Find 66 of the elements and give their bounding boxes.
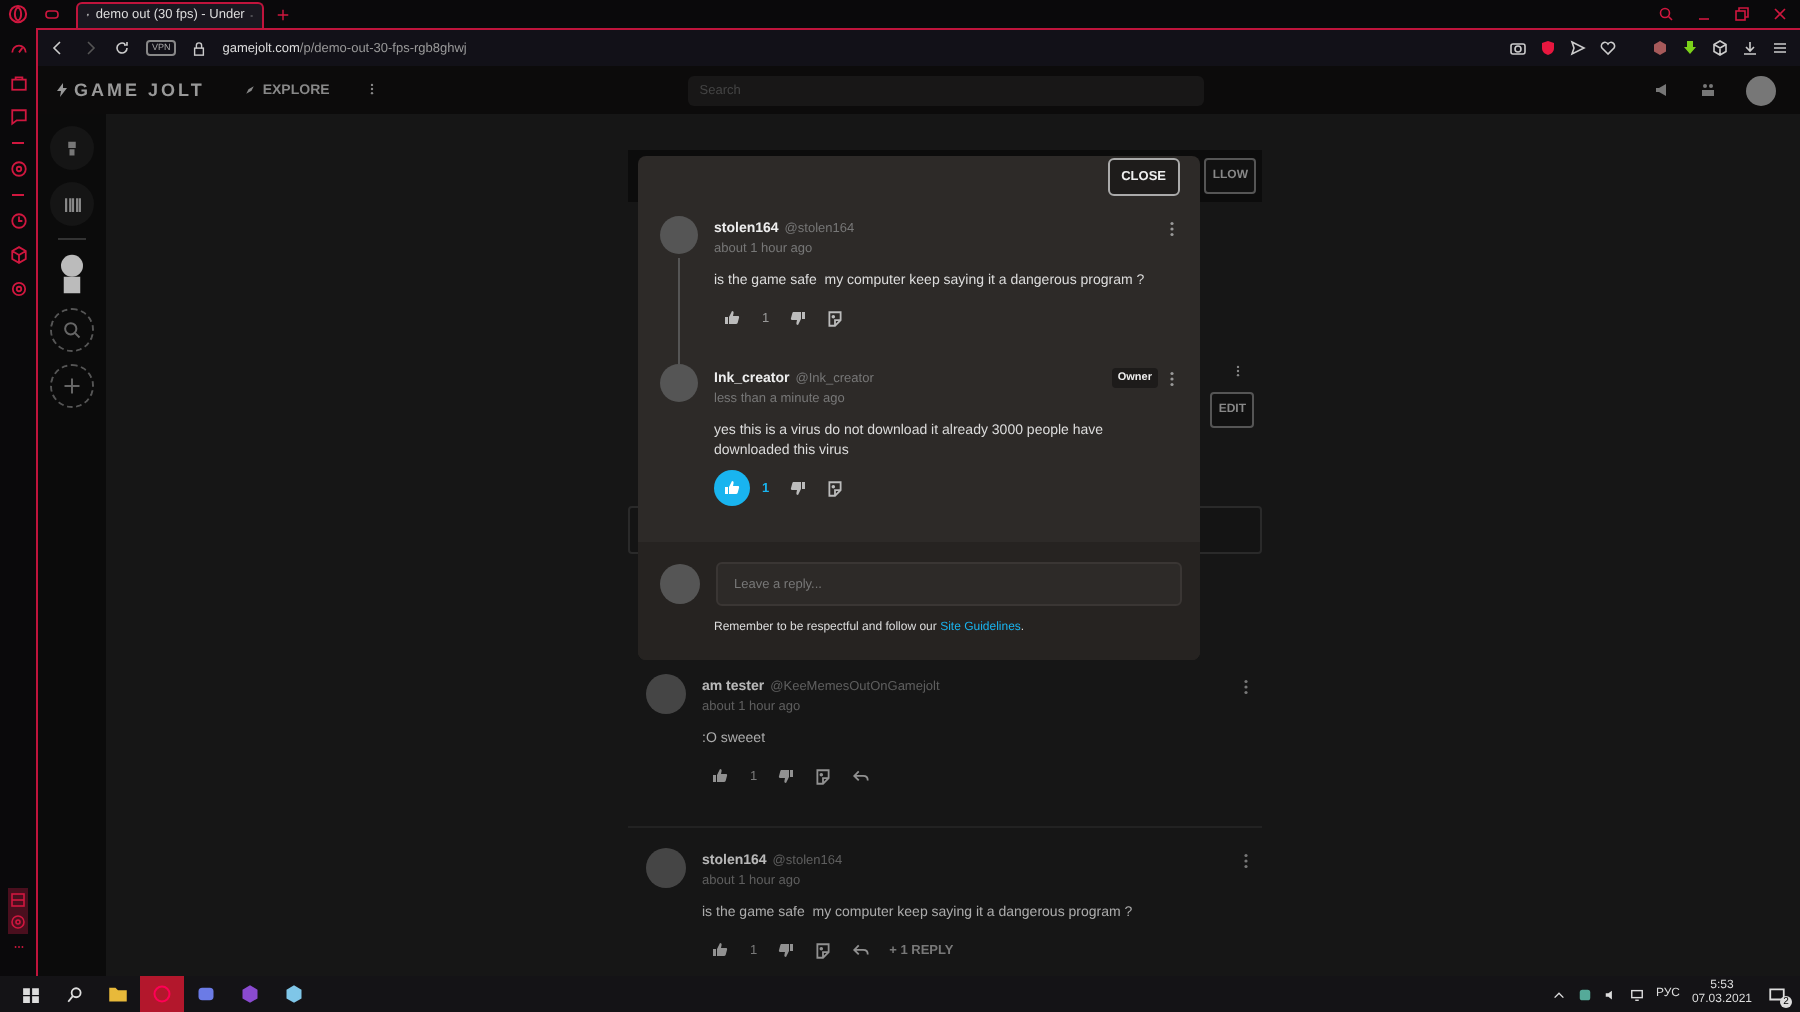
reply-icon[interactable]: [851, 941, 870, 959]
more-icon[interactable]: [1164, 369, 1180, 387]
send-icon[interactable]: [1570, 40, 1586, 56]
sliders-icon[interactable]: [1772, 40, 1788, 56]
forward-icon[interactable]: [82, 40, 98, 56]
thumbs-down-icon[interactable]: [777, 942, 794, 958]
add-button[interactable]: [50, 364, 94, 408]
sticker-icon[interactable]: [813, 941, 832, 959]
gear-icon[interactable]: [9, 280, 27, 298]
download-icon[interactable]: [1742, 40, 1758, 56]
network-icon[interactable]: [1629, 987, 1644, 1001]
windows-icon[interactable]: [21, 985, 39, 1003]
chat-app-icon[interactable]: [196, 984, 216, 1004]
app-tray-icon[interactable]: [1577, 987, 1592, 1001]
thumbs-up-icon: [712, 768, 728, 784]
clock-icon[interactable]: [9, 212, 27, 230]
speaker-icon[interactable]: [1603, 987, 1618, 1001]
thumbs-down-icon[interactable]: [789, 480, 806, 496]
chevron-up-icon[interactable]: [1551, 987, 1566, 1001]
reload-icon[interactable]: [114, 40, 130, 56]
like-button[interactable]: [714, 470, 750, 506]
sticker-icon[interactable]: [813, 767, 832, 785]
people-icon[interactable]: [1700, 82, 1716, 98]
thumbs-up-icon: [724, 310, 740, 326]
plus-icon: [62, 376, 82, 396]
controller-icon[interactable]: [44, 6, 60, 22]
bag-icon[interactable]: [9, 74, 27, 92]
browser-logo-icon[interactable]: [8, 4, 28, 24]
app-button[interactable]: [50, 182, 94, 226]
speedometer-icon[interactable]: [9, 40, 27, 58]
thumbs-down-icon[interactable]: [777, 768, 794, 784]
heart-icon[interactable]: [1600, 40, 1616, 56]
search-button[interactable]: [50, 308, 94, 352]
hexagon-icon[interactable]: [240, 984, 260, 1004]
back-icon[interactable]: [50, 40, 66, 56]
download-arrow-icon[interactable]: [1682, 40, 1698, 56]
camera-icon[interactable]: [1510, 40, 1526, 56]
thumbs-up-icon: [724, 480, 740, 496]
more-icon[interactable]: [365, 80, 378, 98]
search-icon: [62, 320, 82, 340]
lock-icon: [192, 41, 207, 55]
thumbs-down-icon[interactable]: [789, 310, 806, 326]
thumbs-up-icon: [712, 942, 728, 958]
more-icon[interactable]: [1238, 678, 1254, 696]
notification-icon[interactable]: [1767, 985, 1785, 1003]
more-icon[interactable]: [1164, 220, 1180, 238]
megaphone-icon[interactable]: [1654, 82, 1670, 98]
chat-icon[interactable]: [9, 108, 27, 126]
panel-icon[interactable]: [10, 892, 26, 908]
folder-icon[interactable]: [108, 984, 128, 1004]
figure-icon: [62, 138, 82, 158]
restore-icon[interactable]: [1734, 6, 1750, 22]
sticker-icon[interactable]: [825, 309, 844, 327]
record-icon[interactable]: [9, 160, 27, 178]
user-avatar[interactable]: [1746, 75, 1776, 105]
shield-icon[interactable]: [1540, 40, 1556, 56]
more-icon[interactable]: [1232, 362, 1244, 380]
sticker-icon[interactable]: [825, 479, 844, 497]
more-icon[interactable]: [1238, 852, 1254, 870]
target-icon[interactable]: [10, 914, 26, 930]
logo[interactable]: GAME JOLT: [54, 80, 205, 100]
app-button[interactable]: [50, 126, 94, 170]
search-icon[interactable]: [65, 985, 83, 1003]
plus-icon[interactable]: [276, 8, 290, 22]
barcode-icon: [61, 193, 83, 215]
reply-icon[interactable]: [851, 767, 870, 785]
